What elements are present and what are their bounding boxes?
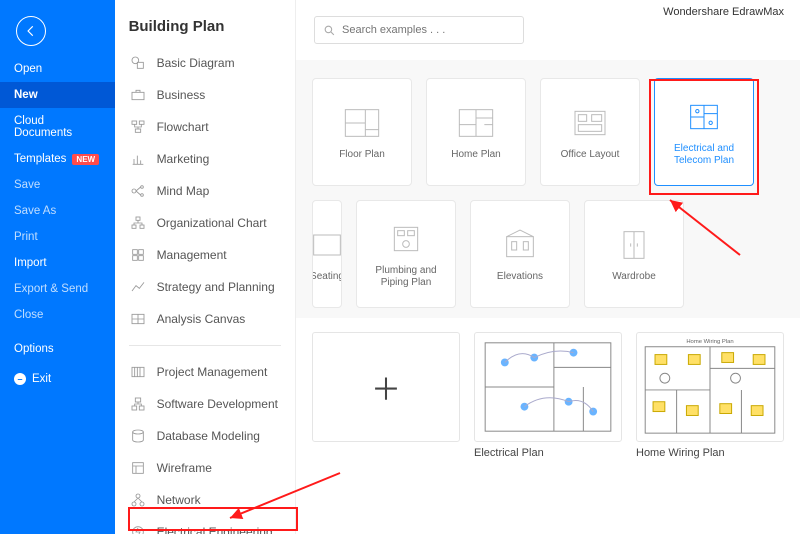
search-box[interactable] [314, 16, 524, 44]
electrical-telecom-icon [682, 97, 726, 137]
category-divider [129, 345, 281, 346]
shapes-icon [129, 54, 147, 72]
management-icon [129, 246, 147, 264]
home-wiring-thumb-icon: Home Wiring Plan [637, 333, 783, 441]
tile-wardrobe[interactable]: Wardrobe [584, 200, 684, 308]
cat-database[interactable]: Database Modeling [115, 420, 295, 452]
cat-flowchart[interactable]: Flowchart [115, 111, 295, 143]
subtype-tiles: Floor Plan Home Plan Office Layout Elect… [296, 60, 800, 318]
sidebar-item-templates[interactable]: TemplatesNEW [0, 146, 115, 172]
flowchart-icon [129, 118, 147, 136]
briefcase-icon [129, 86, 147, 104]
sidebar-item-exit[interactable]: –Exit [0, 366, 115, 392]
cat-marketing[interactable]: Marketing [115, 143, 295, 175]
tile-elevations[interactable]: Elevations [470, 200, 570, 308]
new-badge: NEW [72, 154, 99, 165]
cat-project-management[interactable]: Project Management [115, 356, 295, 388]
template-home-wiring[interactable]: Home Wiring Plan Home Wiring Plan [636, 332, 784, 459]
cat-analysis[interactable]: Analysis Canvas [115, 303, 295, 335]
search-icon [323, 24, 336, 37]
sidebar: Open New Cloud Documents TemplatesNEW Sa… [0, 0, 115, 534]
tile-seating[interactable]: Seating [312, 200, 342, 308]
plus-icon: ＋ [371, 365, 401, 409]
cat-management[interactable]: Management [115, 239, 295, 271]
home-plan-icon [454, 103, 498, 143]
sidebar-item-cloud-documents[interactable]: Cloud Documents [0, 108, 115, 146]
cat-network[interactable]: Network [115, 484, 295, 516]
project-icon [129, 363, 147, 381]
category-panel: Building Plan Basic Diagram Business Flo… [115, 0, 296, 534]
exit-icon: – [14, 373, 26, 385]
cat-org-chart[interactable]: Organizational Chart [115, 207, 295, 239]
svg-text:Home Wiring Plan: Home Wiring Plan [686, 339, 733, 345]
electrical-icon [129, 523, 147, 534]
software-icon [129, 395, 147, 413]
sidebar-item-close[interactable]: Close [0, 302, 115, 328]
cat-basic-diagram[interactable]: Basic Diagram [115, 47, 295, 79]
analysis-icon [129, 310, 147, 328]
category-title: Building Plan [115, 0, 295, 47]
orgchart-icon [129, 214, 147, 232]
wardrobe-icon [612, 225, 656, 265]
cat-wireframe[interactable]: Wireframe [115, 452, 295, 484]
sidebar-item-save[interactable]: Save [0, 172, 115, 198]
template-electrical-plan[interactable]: Electrical Plan [474, 332, 622, 459]
tile-electrical-telecom[interactable]: Electrical and Telecom Plan [654, 78, 754, 186]
sidebar-item-new[interactable]: New [0, 82, 115, 108]
chart-icon [129, 150, 147, 168]
tile-office-layout[interactable]: Office Layout [540, 78, 640, 186]
main-panel: Wondershare EdrawMax Floor Plan Home Pla… [296, 0, 800, 534]
templates-row: ＋ Electrical Plan [296, 318, 800, 473]
sidebar-item-open[interactable]: Open [0, 56, 115, 82]
elevations-icon [498, 225, 542, 265]
sidebar-item-import[interactable]: Import [0, 250, 115, 276]
tile-home-plan[interactable]: Home Plan [426, 78, 526, 186]
template-blank[interactable]: ＋ [312, 332, 460, 459]
sidebar-item-export-send[interactable]: Export & Send [0, 276, 115, 302]
strategy-icon [129, 278, 147, 296]
search-input[interactable] [342, 24, 515, 36]
cat-mind-map[interactable]: Mind Map [115, 175, 295, 207]
tile-floor-plan[interactable]: Floor Plan [312, 78, 412, 186]
seating-icon [312, 225, 342, 265]
tile-plumbing[interactable]: Plumbing and Piping Plan [356, 200, 456, 308]
cat-software-dev[interactable]: Software Development [115, 388, 295, 420]
cat-strategy[interactable]: Strategy and Planning [115, 271, 295, 303]
database-icon [129, 427, 147, 445]
arrow-left-icon [24, 24, 38, 38]
network-icon [129, 491, 147, 509]
wireframe-icon [129, 459, 147, 477]
electrical-plan-thumb-icon [475, 333, 621, 441]
floor-plan-icon [340, 103, 384, 143]
sidebar-item-save-as[interactable]: Save As [0, 198, 115, 224]
mindmap-icon [129, 182, 147, 200]
sidebar-item-options[interactable]: Options [0, 336, 115, 362]
office-layout-icon [568, 103, 612, 143]
cat-electrical-eng[interactable]: Electrical Engineering [115, 516, 295, 534]
sidebar-item-print[interactable]: Print [0, 224, 115, 250]
plumbing-icon [384, 219, 428, 259]
cat-business[interactable]: Business [115, 79, 295, 111]
back-button[interactable] [16, 16, 46, 46]
